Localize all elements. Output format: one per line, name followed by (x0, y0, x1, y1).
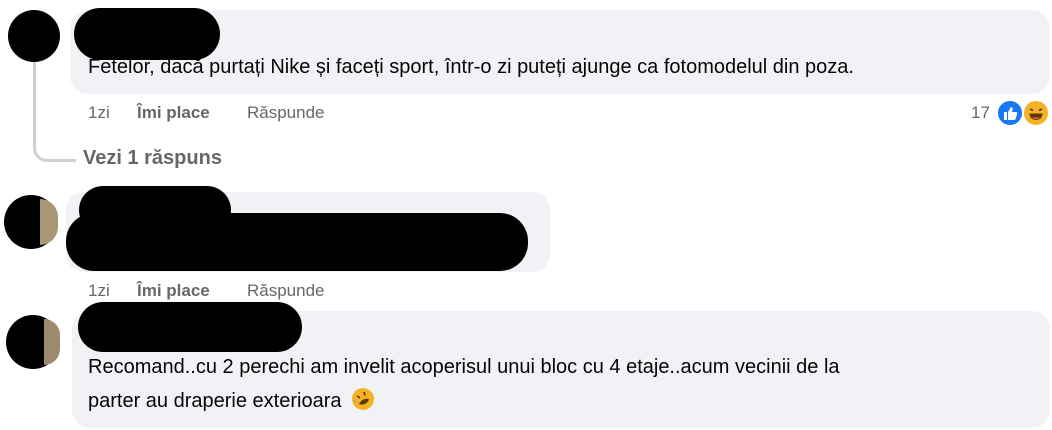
like-icon[interactable] (996, 99, 1024, 127)
comment-text-3-line-1: Recomand..cu 2 perechi am invelit acoper… (88, 356, 840, 378)
comment-time-2[interactable]: 1zi (88, 281, 110, 301)
reaction-count[interactable]: 17 (971, 103, 990, 123)
view-replies-link[interactable]: Vezi 1 răspuns (83, 147, 222, 170)
comment-time-1[interactable]: 1zi (88, 103, 110, 123)
like-button-1[interactable]: Îmi place (137, 103, 210, 123)
haha-icon[interactable] (1022, 99, 1050, 127)
like-label: Îmi place (137, 281, 210, 300)
comment-text-3-line-2: parter au draperie exterioara (88, 384, 375, 418)
avatar-photo-edge (44, 319, 60, 365)
avatar-comment-1[interactable] (8, 10, 60, 62)
like-label: Îmi place (137, 103, 210, 122)
thread-connector (33, 62, 76, 162)
reply-button-2[interactable]: Răspunde (247, 281, 325, 301)
redacted-comment-text-2 (66, 213, 528, 271)
comment-text-1: Fetelor, dacă purtați Nike și faceți spo… (88, 56, 854, 78)
reply-button-1[interactable]: Răspunde (247, 103, 325, 123)
like-button-2[interactable]: Îmi place (137, 281, 210, 301)
rolling-on-floor-laughing-emoji (351, 387, 375, 411)
redacted-author-name-3[interactable] (78, 302, 302, 352)
comment-text-3-line-2-text: parter au draperie exterioara (88, 390, 342, 412)
avatar-photo-edge (40, 199, 58, 245)
